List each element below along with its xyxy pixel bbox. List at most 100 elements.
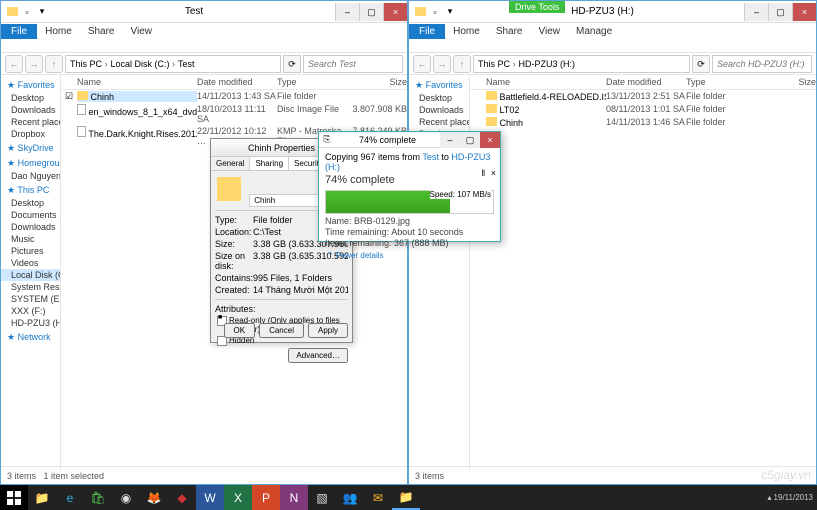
explorer-running-icon[interactable]: 📁 [392,485,420,510]
close-button[interactable]: × [792,3,816,21]
drive-tools-tab[interactable]: Drive Tools [509,1,565,13]
app-icon[interactable]: ▧ [308,485,336,510]
sidebar-item[interactable]: Recent places [1,116,60,128]
file-tab[interactable]: File [1,24,37,39]
sidebar-item[interactable]: SYSTEM (E:) [1,293,60,305]
tab-sharing[interactable]: Sharing [250,157,289,170]
sidebar-item[interactable]: Downloads [409,104,469,116]
share-tab[interactable]: Share [80,24,123,39]
onenote-icon[interactable]: N [280,485,308,510]
explorer-icon[interactable]: 📁 [28,485,56,510]
qat-props-icon[interactable]: ▫ [428,5,442,19]
file-row[interactable]: en_windows_8_1_x64_dvd_2707217.iso18/10/… [61,103,407,125]
chrome-icon[interactable]: ◉ [112,485,140,510]
sidebar-header[interactable]: ★ SkyDrive [1,140,60,155]
maximize-button[interactable]: ▢ [359,3,383,21]
back-button[interactable]: ← [413,55,431,73]
close-button[interactable]: × [383,3,407,21]
name-field[interactable] [249,194,319,207]
sidebar-item[interactable]: Pictures [1,245,60,257]
sidebar-header[interactable]: ★ Favorites [1,77,60,92]
refresh-button[interactable]: ⟳ [283,55,301,73]
sidebar-item[interactable]: Desktop [1,197,60,209]
forward-button[interactable]: → [25,55,43,73]
sidebar-item[interactable]: Local Disk (C:) [1,269,60,281]
sidebar-item[interactable]: Desktop [1,92,60,104]
close-button[interactable]: × [480,132,500,148]
minimize-button[interactable]: – [440,132,460,148]
sidebar-item[interactable]: XXX (F:) [1,305,60,317]
address-bar[interactable]: This PCLocal Disk (C:)Test [65,55,281,73]
qat-arrow-icon[interactable]: ▾ [443,5,457,19]
maximize-button[interactable]: ▢ [768,3,792,21]
ie-icon[interactable]: e [56,485,84,510]
up-button[interactable]: ↑ [453,55,471,73]
sidebar-item[interactable]: Recent places [409,116,469,128]
sidebar-item[interactable]: Videos [1,257,60,269]
share-tab[interactable]: Share [488,24,531,39]
maximize-button[interactable]: ▢ [460,132,480,148]
qat-props-icon[interactable]: ▫ [20,5,34,19]
powerpoint-icon[interactable]: P [252,485,280,510]
manage-tab[interactable]: Manage [568,24,620,39]
view-tab[interactable]: View [531,24,569,39]
tab-general[interactable]: General [211,157,250,170]
excel-icon[interactable]: X [224,485,252,510]
file-row[interactable]: LT0208/11/2013 1:01 SAFile folder [470,103,816,116]
sidebar-item[interactable]: Downloads [1,104,60,116]
file-row[interactable]: Chinh14/11/2013 1:46 SAFile folder [470,116,816,129]
word-icon[interactable]: W [196,485,224,510]
app-icon[interactable]: ◆ [168,485,196,510]
dialog-titlebar[interactable]: ⎘ 74% complete – ▢ × [319,132,500,148]
sidebar-header[interactable]: ★ This PC [1,182,60,197]
start-button[interactable] [0,485,28,510]
outlook-icon[interactable]: ✉ [364,485,392,510]
fewer-details-link[interactable]: Fewer details [325,248,494,260]
column-headers[interactable]: NameDate modifiedTypeSize [61,75,407,90]
sidebar-item[interactable]: Dropbox [1,128,60,140]
file-tab[interactable]: File [409,24,445,39]
sidebar-item[interactable]: Downloads [1,221,60,233]
sidebar-item[interactable]: Documents [1,209,60,221]
pause-button[interactable]: ‖ [481,168,485,178]
firefox-icon[interactable]: 🦊 [140,485,168,510]
cancel-button[interactable]: Cancel [259,323,304,338]
home-tab[interactable]: Home [445,24,488,39]
apply-button[interactable]: Apply [308,323,348,338]
tray-arrow-icon[interactable]: ▴ [768,493,772,502]
sidebar-header[interactable]: ★ Favorites [409,77,469,92]
sidebar-header[interactable]: ★ Network [1,329,60,344]
file-row[interactable]: ☑ Chinh14/11/2013 1:43 SAFile folder [61,90,407,103]
sidebar-item[interactable]: Dao Nguyen Tuan A [1,170,60,182]
app-icon[interactable]: 👥 [336,485,364,510]
minimize-button[interactable]: – [335,3,359,21]
column-headers[interactable]: NameDate modifiedTypeSize [470,75,816,90]
up-button[interactable]: ↑ [45,55,63,73]
store-icon[interactable]: 🛍 [84,485,112,510]
sidebar-item[interactable]: Music [1,233,60,245]
cancel-button[interactable]: × [491,168,496,178]
sidebar-header[interactable]: ★ Homegroup [1,155,60,170]
address-bar[interactable]: This PCHD-PZU3 (H:) [473,55,690,73]
home-tab[interactable]: Home [37,24,80,39]
search-input[interactable] [303,55,403,73]
qat-arrow-icon[interactable]: ▾ [35,5,49,19]
titlebar[interactable]: ▫ ▾ Drive Tools HD-PZU3 (H:) – ▢ × [409,1,816,23]
titlebar[interactable]: ▫ ▾ Test – ▢ × [1,1,407,23]
minimize-button[interactable]: – [744,3,768,21]
navbar: ← → ↑ This PCLocal Disk (C:)Test ⟳ [1,53,407,75]
search-input[interactable] [712,55,812,73]
sidebar-item[interactable]: System Reserved (D:) [1,281,60,293]
back-button[interactable]: ← [5,55,23,73]
status-bar: 3 items [409,466,816,484]
system-tray[interactable]: ▴ 19/11/2013 [768,493,817,502]
view-tab[interactable]: View [123,24,161,39]
folder-icon [5,5,19,19]
forward-button[interactable]: → [433,55,451,73]
ok-button[interactable]: OK [224,323,256,338]
advanced-button[interactable]: Advanced… [288,348,348,363]
file-row[interactable]: Battlefield.4-RELOADED.ISO13/11/2013 2:5… [470,90,816,103]
sidebar-item[interactable]: Desktop [409,92,469,104]
refresh-button[interactable]: ⟳ [692,55,710,73]
sidebar-item[interactable]: HD-PZU3 (H:) [1,317,60,329]
